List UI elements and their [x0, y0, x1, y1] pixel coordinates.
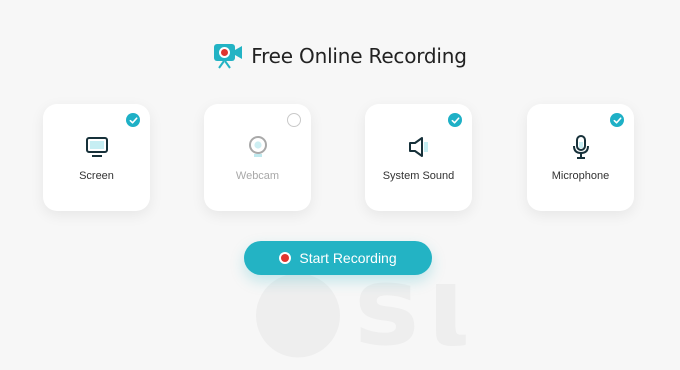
page-title: Free Online Recording	[251, 44, 467, 68]
recording-logo-icon	[214, 44, 243, 69]
webcam-icon	[248, 136, 267, 157]
option-label-screen: Screen	[79, 170, 114, 182]
option-card-webcam[interactable]: Webcam	[204, 104, 311, 211]
speaker-icon	[408, 137, 428, 157]
system-sound-checkbox[interactable]	[448, 113, 462, 127]
app-header: Free Online Recording	[0, 42, 680, 70]
checkmark-icon	[451, 116, 459, 124]
record-dot-icon	[279, 252, 292, 264]
option-card-screen[interactable]: Screen	[43, 104, 150, 211]
checkmark-icon	[129, 116, 137, 124]
option-label-system-sound: System Sound	[382, 170, 455, 182]
start-recording-label: Start Recording	[299, 250, 397, 266]
microphone-icon	[572, 135, 589, 159]
monitor-icon	[85, 137, 108, 157]
webcam-checkbox[interactable]	[287, 113, 301, 127]
microphone-checkbox[interactable]	[610, 113, 624, 127]
checkmark-icon	[613, 116, 621, 124]
option-label-webcam: Webcam	[235, 170, 280, 182]
start-recording-button[interactable]: Start Recording	[244, 241, 432, 275]
screen-checkbox[interactable]	[126, 113, 140, 127]
option-label-microphone: Microphone	[551, 170, 610, 182]
option-card-microphone[interactable]: Microphone	[527, 104, 634, 211]
option-card-system-sound[interactable]: System Sound	[365, 104, 472, 211]
